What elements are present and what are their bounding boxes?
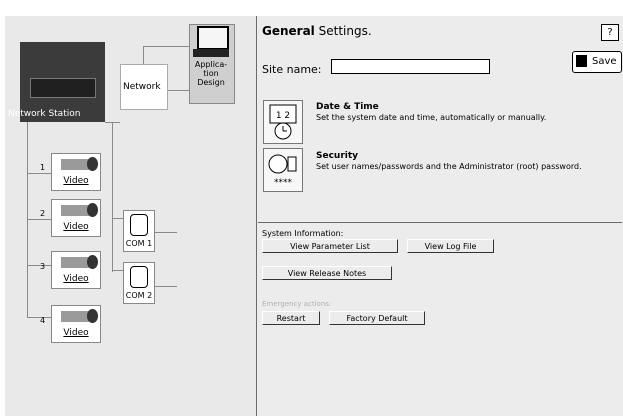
security-link[interactable]: Security (316, 151, 358, 161)
monitor-icon (197, 26, 229, 50)
camera-icon (61, 159, 89, 170)
help-button[interactable]: ? (601, 24, 619, 41)
tree-line-video3 (27, 265, 51, 266)
view-parameter-list-button[interactable]: View Parameter List (262, 239, 398, 253)
save-label: Save (592, 56, 617, 67)
camera-lens-icon (87, 157, 98, 171)
view-log-file-button[interactable]: View Log File (407, 239, 494, 253)
video-number: 1 (40, 163, 46, 172)
keyboard-icon (193, 49, 229, 57)
video-number: 2 (40, 209, 46, 218)
tree-line-network-app (166, 90, 189, 91)
view-release-notes-button[interactable]: View Release Notes (262, 266, 392, 280)
tree-line-com1 (112, 218, 123, 219)
lock-password-icon[interactable]: **** (263, 148, 303, 192)
tree-line-com2-out (155, 286, 177, 287)
tree-line-network-up (143, 46, 144, 64)
network-label: Network (123, 82, 161, 92)
system-information-label: System Information: (262, 229, 344, 238)
tree-line-com1-out (155, 232, 177, 233)
com-node-2[interactable]: COM 2 (123, 262, 155, 304)
top-strip (0, 0, 623, 16)
video-node-4[interactable]: Video (51, 305, 101, 343)
save-button[interactable]: Save (572, 51, 622, 73)
tree-line-video1 (27, 173, 51, 174)
page-title-rest: Settings. (318, 24, 372, 38)
video-number: 3 (40, 262, 46, 271)
video-label[interactable]: Video (52, 222, 100, 232)
application-design-label: Applica- tion Design (194, 60, 228, 87)
video-node-2[interactable]: Video (51, 199, 101, 237)
date-time-link[interactable]: Date & Time (316, 102, 379, 112)
com-label: COM 2 (125, 291, 153, 300)
camera-icon (61, 205, 89, 216)
video-label[interactable]: Video (52, 328, 100, 338)
date-time-description: Set the system date and time, automatica… (316, 113, 547, 122)
floppy-disk-icon (576, 55, 587, 67)
video-number: 4 (40, 316, 46, 325)
tree-line-video4 (27, 317, 51, 318)
tree-line-com-vertical (112, 122, 113, 272)
video-node-3[interactable]: Video (51, 251, 101, 289)
video-label[interactable]: Video (52, 176, 100, 186)
section-divider (258, 222, 622, 223)
svg-text:****: **** (274, 178, 293, 188)
settings-panel (257, 16, 623, 416)
camera-icon (61, 311, 89, 322)
site-name-label: Site name: (262, 63, 322, 76)
network-station-label: Network Station (8, 109, 81, 119)
emergency-actions-label: Emergency actions: (262, 300, 332, 308)
video-node-1[interactable]: Video (51, 153, 101, 191)
site-name-input[interactable] (331, 59, 490, 74)
camera-icon (61, 257, 89, 268)
tree-line-app-design (143, 46, 189, 47)
clock-calendar-icon[interactable]: 1 2 (263, 100, 303, 144)
page-title: General Settings. (262, 24, 372, 38)
serial-plug-icon (130, 214, 148, 236)
tree-line-video2 (27, 219, 51, 220)
restart-button[interactable]: Restart (262, 311, 320, 325)
camera-lens-icon (87, 203, 98, 217)
page-title-bold: General (262, 24, 315, 38)
factory-default-button[interactable]: Factory Default (329, 311, 425, 325)
com-label: COM 1 (125, 239, 153, 248)
serial-plug-icon (130, 266, 148, 288)
security-description: Set user names/passwords and the Adminis… (316, 162, 582, 171)
network-station-device-icon (30, 78, 96, 98)
svg-text:1 2: 1 2 (276, 111, 290, 121)
tree-line-com2 (112, 270, 123, 271)
tree-line-video-vertical (27, 122, 28, 318)
camera-lens-icon (87, 309, 98, 323)
video-label[interactable]: Video (52, 274, 100, 284)
camera-lens-icon (87, 255, 98, 269)
com-node-1[interactable]: COM 1 (123, 210, 155, 252)
